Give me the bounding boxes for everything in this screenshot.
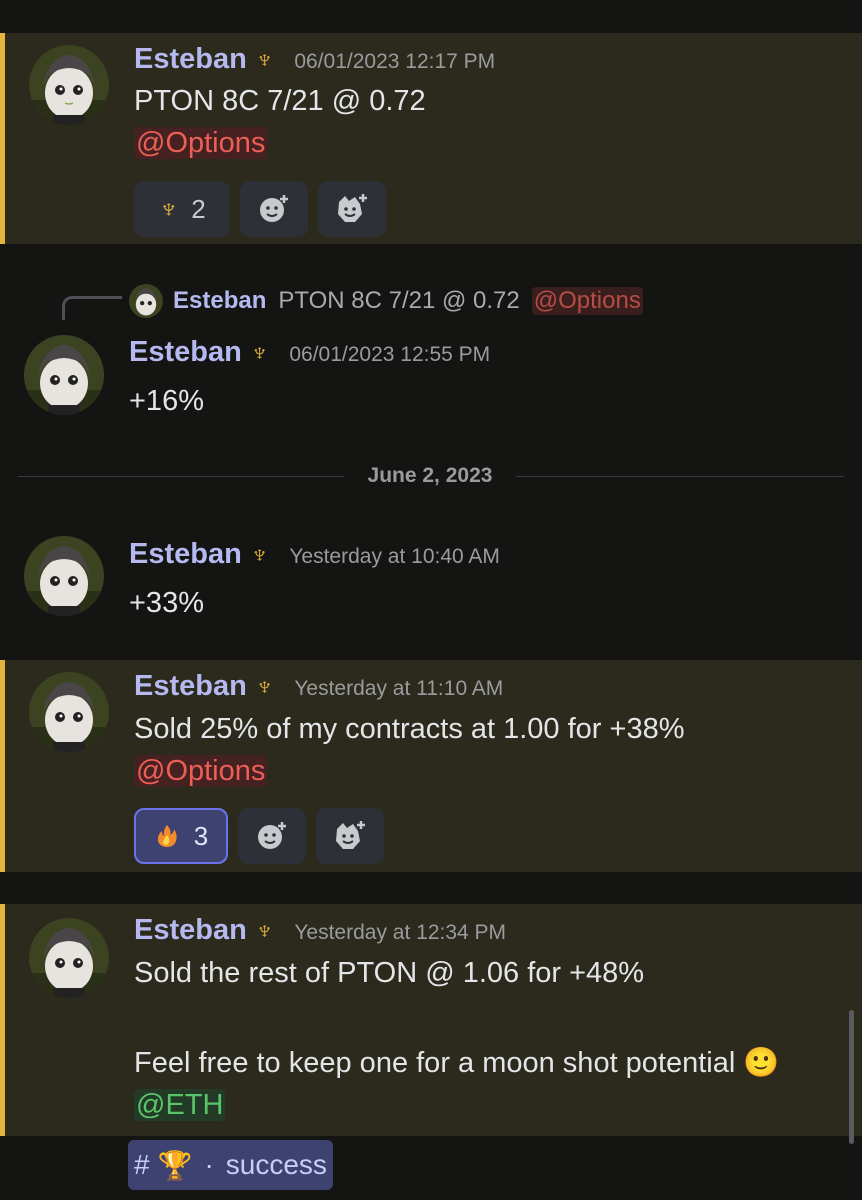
- trident-icon: ♆: [158, 193, 180, 224]
- trident-icon: ♆: [249, 539, 270, 569]
- message-4: Esteban ♆ Yesterday at 11:10 AM Sold 25%…: [0, 660, 862, 872]
- trident-icon: ♆: [254, 671, 275, 701]
- message-text: Sold the rest of PTON @ 1.06 for +48%: [134, 957, 645, 989]
- timestamp[interactable]: Yesterday at 10:40 AM: [289, 545, 500, 569]
- add-reaction-icon: [258, 822, 286, 849]
- reply-avatar: [129, 284, 163, 318]
- timestamp[interactable]: Yesterday at 11:10 AM: [294, 677, 503, 701]
- message-text: +33%: [129, 587, 204, 619]
- channel-name: success: [225, 1149, 327, 1180]
- username[interactable]: Esteban: [134, 43, 247, 76]
- trophy-icon: 🏆: [157, 1149, 193, 1181]
- date-divider-label: June 2, 2023: [344, 460, 516, 492]
- separator: ·: [204, 1149, 214, 1180]
- avatar[interactable]: [29, 672, 109, 752]
- message-text-2: Feel free to keep one for a moon shot po…: [134, 1047, 780, 1079]
- timestamp[interactable]: 06/01/2023 12:17 PM: [294, 50, 495, 74]
- trident-icon: ♆: [254, 44, 275, 74]
- reaction-trident[interactable]: ♆ 2: [134, 181, 230, 237]
- trident-icon: ♆: [254, 915, 275, 945]
- message-text: +16%: [129, 385, 204, 417]
- message-3: Esteban ♆ Yesterday at 10:40 AM +33%: [0, 530, 862, 630]
- username[interactable]: Esteban: [129, 336, 242, 369]
- reply-username: Esteban: [173, 287, 267, 314]
- add-reaction-button[interactable]: [240, 181, 308, 237]
- avatar-image: [29, 45, 109, 125]
- avatar-image: [24, 335, 104, 415]
- message-1: Esteban ♆ 06/01/2023 12:17 PM PTON 8C 7/…: [0, 33, 862, 244]
- reply-mention: @Options: [531, 287, 643, 315]
- reaction-count: 3: [193, 820, 209, 851]
- avatar-image: [29, 918, 109, 998]
- hash-icon: #: [134, 1149, 150, 1180]
- avatar[interactable]: [29, 918, 109, 998]
- message-text: Sold 25% of my contracts at 1.00 for +38…: [134, 713, 685, 745]
- reply-reference[interactable]: Esteban PTON 8C 7/21 @ 0.72 @Options: [129, 284, 643, 318]
- fire-icon: [157, 825, 177, 847]
- scrollbar[interactable]: [849, 1010, 854, 1144]
- role-mention[interactable]: @Options: [134, 127, 268, 159]
- super-reaction-icon: [338, 194, 367, 222]
- avatar-image: [24, 536, 104, 616]
- username[interactable]: Esteban: [134, 670, 247, 703]
- username[interactable]: Esteban: [129, 538, 242, 571]
- timestamp[interactable]: 06/01/2023 12:55 PM: [289, 343, 490, 367]
- reply-text: PTON 8C 7/21 @ 0.72: [278, 287, 520, 314]
- add-reaction-button[interactable]: [238, 808, 306, 864]
- channel-link-success[interactable]: # 🏆 · success: [128, 1140, 333, 1190]
- avatar[interactable]: [24, 335, 104, 415]
- add-reaction-icon: [260, 195, 288, 222]
- add-super-reaction-button[interactable]: [316, 808, 384, 864]
- avatar-image: [29, 672, 109, 752]
- avatar[interactable]: [24, 536, 104, 616]
- trident-icon: ♆: [249, 337, 270, 367]
- timestamp[interactable]: Yesterday at 12:34 PM: [294, 921, 506, 945]
- role-mention[interactable]: @Options: [134, 755, 268, 787]
- message-5: Esteban ♆ Yesterday at 12:34 PM Sold the…: [0, 904, 862, 1136]
- message-2: Esteban ♆ 06/01/2023 12:55 PM +16%: [0, 330, 862, 430]
- username[interactable]: Esteban: [134, 914, 247, 947]
- reply-connector: [62, 296, 122, 320]
- super-reaction-icon: [336, 821, 365, 849]
- reaction-count: 2: [191, 193, 206, 224]
- avatar[interactable]: [29, 45, 109, 125]
- add-super-reaction-button[interactable]: [318, 181, 386, 237]
- reaction-fire[interactable]: 3: [134, 808, 228, 864]
- role-mention[interactable]: @ETH: [134, 1089, 226, 1121]
- message-text: PTON 8C 7/21 @ 0.72: [134, 85, 426, 117]
